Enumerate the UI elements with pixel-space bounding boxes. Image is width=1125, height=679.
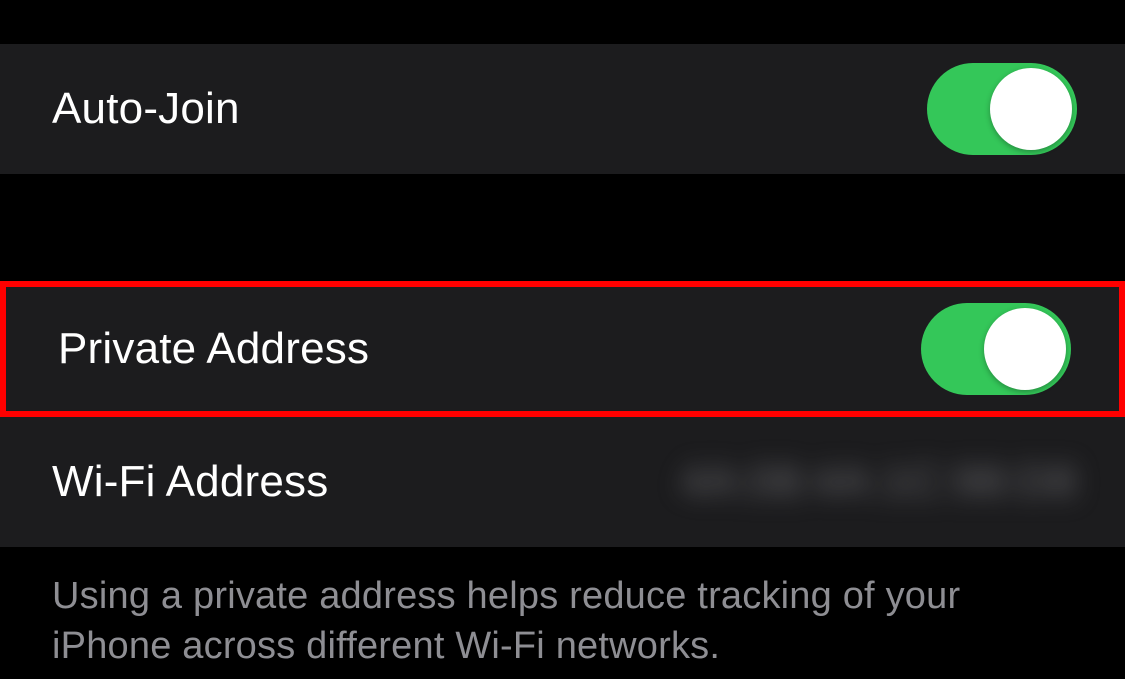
private-address-group: Private Address Wi-Fi Address 4A:08:4A:1…: [0, 281, 1125, 547]
private-address-label: Private Address: [58, 324, 369, 374]
auto-join-toggle[interactable]: [927, 63, 1077, 155]
toggle-knob-icon: [984, 308, 1066, 390]
wifi-address-label: Wi-Fi Address: [52, 457, 328, 507]
private-address-toggle[interactable]: [921, 303, 1071, 395]
wifi-address-row: Wi-Fi Address 4A:08:4A:1C:98:D8: [0, 417, 1125, 547]
private-address-footer: Using a private address helps reduce tra…: [0, 547, 1125, 671]
private-address-row: Private Address: [6, 287, 1119, 411]
toggle-knob-icon: [990, 68, 1072, 150]
wifi-address-value: 4A:08:4A:1C:98:D8: [681, 457, 1077, 507]
auto-join-label: Auto-Join: [52, 84, 240, 134]
auto-join-group: Auto-Join: [0, 44, 1125, 174]
section-spacer-top: [0, 0, 1125, 44]
auto-join-row: Auto-Join: [0, 44, 1125, 174]
section-spacer-mid: [0, 174, 1125, 281]
private-address-highlight: Private Address: [0, 281, 1125, 417]
